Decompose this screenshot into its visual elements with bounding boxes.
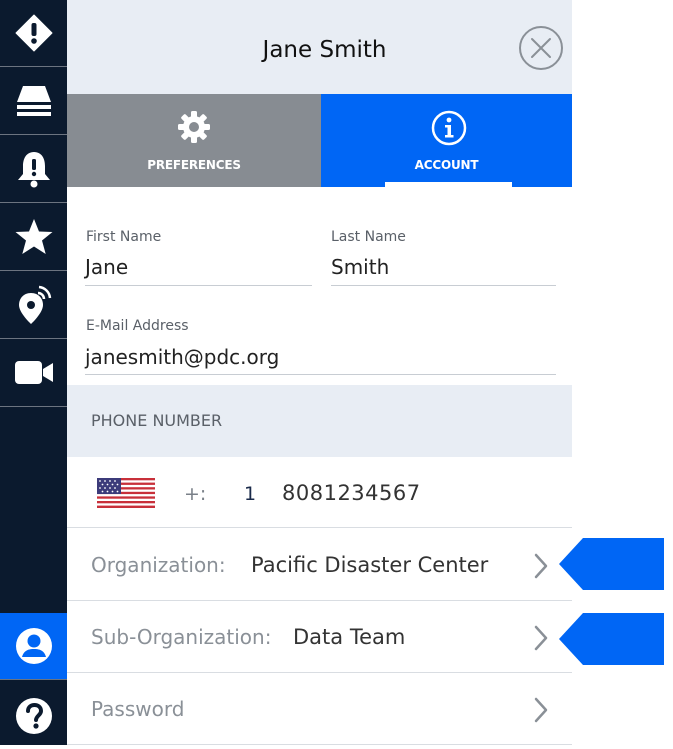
sub-organization-value: Data Team — [293, 625, 406, 649]
sidebar — [0, 0, 67, 745]
hazard-alert-icon — [15, 14, 52, 52]
close-icon — [531, 38, 551, 58]
sidebar-item-video[interactable] — [0, 340, 67, 407]
active-tab-indicator — [385, 182, 512, 187]
country-code[interactable]: 1 — [244, 483, 256, 505]
panel-header: Jane Smith — [67, 0, 572, 94]
email-underline — [85, 374, 556, 375]
tab-account-label: ACCOUNT — [414, 158, 479, 172]
info-icon — [431, 110, 467, 146]
tab-account[interactable]: ACCOUNT — [321, 94, 572, 187]
alarm-bell-icon — [17, 152, 50, 188]
panel-title: Jane Smith — [262, 37, 387, 63]
video-camera-icon — [14, 361, 53, 384]
first-name-field[interactable]: Jane — [85, 255, 128, 279]
sidebar-item-alerts[interactable] — [0, 136, 67, 203]
chevron-right-icon — [534, 697, 548, 723]
chevron-right-icon — [534, 553, 548, 579]
star-icon — [15, 219, 52, 254]
tab-preferences-label: PREFERENCES — [147, 158, 241, 172]
last-name-field[interactable]: Smith — [331, 255, 389, 279]
last-name-label: Last Name — [331, 229, 406, 245]
settings-tabs: PREFERENCES ACCOUNT — [67, 94, 572, 187]
sub-organization-label: Sub-Organization: — [91, 625, 272, 649]
phone-prefix: +: — [184, 483, 207, 505]
organization-value: Pacific Disaster Center — [251, 553, 489, 577]
email-field[interactable]: janesmith@pdc.org — [85, 345, 279, 369]
layers-icon — [16, 86, 51, 116]
organization-row[interactable]: Organization: Pacific Disaster Center — [67, 529, 572, 601]
sidebar-item-location[interactable] — [0, 272, 67, 339]
us-flag-icon[interactable] — [97, 478, 155, 508]
first-name-underline — [85, 285, 312, 286]
callout-arrow-sub-organization — [559, 613, 664, 665]
phone-section-label: PHONE NUMBER — [91, 411, 223, 430]
callout-arrow-organization — [559, 538, 664, 590]
tab-preferences[interactable]: PREFERENCES — [67, 94, 321, 187]
phone-section-header: PHONE NUMBER — [67, 385, 572, 457]
first-name-label: First Name — [86, 229, 162, 245]
user-icon — [15, 628, 52, 664]
sidebar-item-account[interactable] — [0, 613, 67, 680]
sidebar-item-help[interactable] — [0, 682, 67, 749]
location-signal-icon — [18, 285, 51, 324]
sidebar-item-favorites[interactable] — [0, 204, 67, 271]
phone-row[interactable]: +: 1 8081234567 — [67, 457, 572, 528]
gear-icon — [178, 111, 210, 143]
account-panel: Jane Smith PREFERENCES ACCOUNT First Nam… — [67, 0, 572, 745]
email-label: E-Mail Address — [86, 318, 189, 334]
password-label: Password — [91, 697, 185, 721]
sidebar-item-layers[interactable] — [0, 68, 67, 135]
help-icon — [15, 697, 52, 734]
sidebar-item-hazards[interactable] — [0, 0, 67, 67]
chevron-right-icon — [534, 625, 548, 651]
close-button[interactable] — [519, 26, 563, 70]
last-name-underline — [331, 285, 556, 286]
phone-number-field[interactable]: 8081234567 — [282, 481, 421, 505]
password-row[interactable]: Password — [67, 673, 572, 745]
organization-label: Organization: — [91, 553, 226, 577]
sub-organization-row[interactable]: Sub-Organization: Data Team — [67, 601, 572, 673]
